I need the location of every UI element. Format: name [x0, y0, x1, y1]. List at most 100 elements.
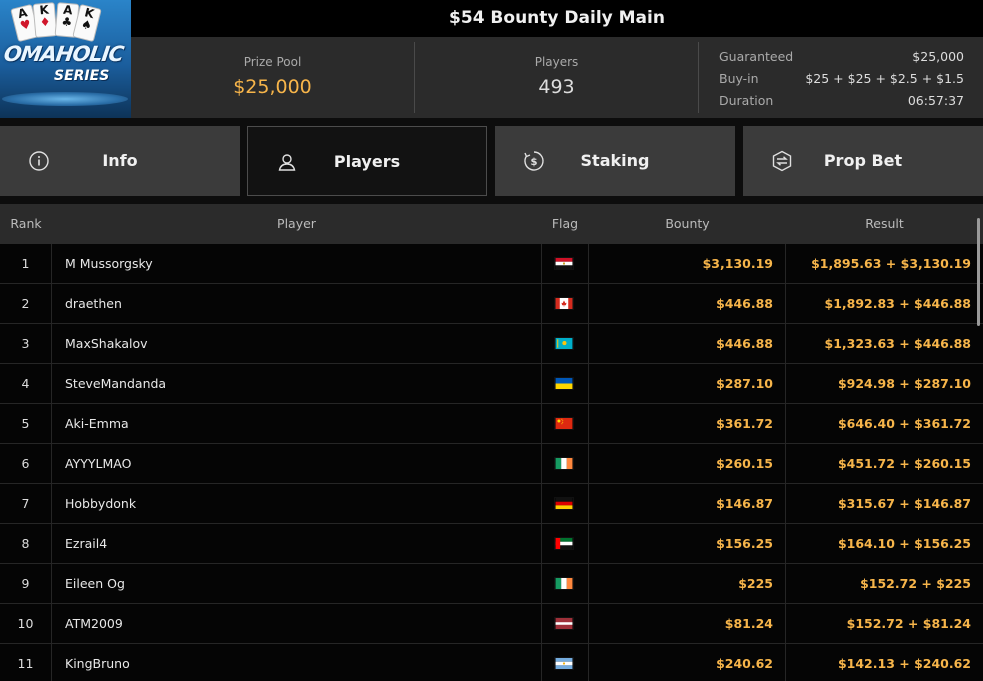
playing-card: K ♦	[32, 2, 58, 38]
bounty-cell: $81.24	[589, 604, 786, 644]
latvia-flag-icon	[554, 617, 574, 630]
duration-label: Duration	[719, 93, 774, 108]
rank-cell: 2	[0, 284, 52, 324]
tournament-stats-panel: Prize Pool $25,000 Players 493 Guarantee…	[131, 37, 983, 118]
buyin-label: Buy-in	[719, 71, 759, 86]
prize-pool-value: $25,000	[233, 76, 312, 98]
china-flag-icon	[554, 417, 574, 430]
tab-bar: Info Players $ Staking Prop Bet	[0, 118, 983, 204]
tab-players[interactable]: Players	[247, 126, 487, 196]
guaranteed-label: Guaranteed	[719, 49, 794, 64]
logo-brand-text: OMAHOLIC	[2, 42, 125, 66]
player-name: ATM2009	[65, 616, 123, 631]
tab-staking[interactable]: $ Staking	[495, 126, 735, 196]
flag-cell	[541, 524, 589, 564]
result-cell: $152.72 + $81.24	[846, 616, 971, 631]
rank-cell: 11	[0, 644, 52, 681]
logo-series-text: SERIES	[54, 68, 110, 84]
duration-row: Duration 06:57:37	[719, 90, 964, 112]
rank-cell: 5	[0, 404, 52, 444]
canada-flag-icon	[554, 297, 574, 310]
bounty-cell: $287.10	[589, 364, 786, 404]
header-rank[interactable]: Rank	[0, 204, 52, 244]
germany-flag-icon	[554, 497, 574, 510]
players-table-body: 1 M Mussorgsky $3,130.19 $1,895.63 + $3,…	[0, 244, 983, 681]
tournament-details: Guaranteed $25,000 Buy-in $25 + $25 + $2…	[719, 46, 964, 112]
table-row[interactable]: 4 SteveMandanda $287.10 $924.98 + $287.1…	[0, 364, 983, 404]
rank-cell: 4	[0, 364, 52, 404]
logo-plate	[2, 92, 128, 106]
table-row[interactable]: 8 Ezrail4 $156.25 $164.10 + $156.25	[0, 524, 983, 564]
result-cell: $924.98 + $287.10	[837, 376, 971, 391]
tab-staking-label: Staking	[580, 151, 650, 170]
player-name: MaxShakalov	[65, 336, 148, 351]
table-row[interactable]: 1 M Mussorgsky $3,130.19 $1,895.63 + $3,…	[0, 244, 983, 284]
player-name: Hobbydonk	[65, 496, 137, 511]
table-row[interactable]: 7 Hobbydonk $146.87 $315.67 + $146.87	[0, 484, 983, 524]
guaranteed-value: $25,000	[912, 49, 964, 64]
bounty-cell: $260.15	[589, 444, 786, 484]
result-cell: $152.72 + $225	[860, 576, 971, 591]
prize-pool-label: Prize Pool	[243, 55, 302, 69]
result-cell: $142.13 + $240.62	[837, 656, 971, 671]
rank-cell: 9	[0, 564, 52, 604]
players-label: Players	[534, 55, 579, 69]
rank-cell: 1	[0, 244, 52, 284]
prize-pool-stat: Prize Pool $25,000	[131, 37, 414, 118]
header-result[interactable]: Result	[786, 204, 983, 244]
bounty-cell: $361.72	[589, 404, 786, 444]
rank-cell: 6	[0, 444, 52, 484]
buyin-value: $25 + $25 + $2.5 + $1.5	[805, 71, 964, 86]
result-cell: $451.72 + $260.15	[837, 456, 971, 471]
table-row[interactable]: 11 KingBruno $240.62 $142.13 + $240.62	[0, 644, 983, 681]
table-row[interactable]: 9 Eileen Og $225 $152.72 + $225	[0, 564, 983, 604]
flag-cell	[541, 244, 589, 284]
player-name: Ezrail4	[65, 536, 108, 551]
tab-prop-bet[interactable]: Prop Bet	[743, 126, 983, 196]
flag-cell	[541, 444, 589, 484]
ukraine-flag-icon	[554, 377, 574, 390]
kazakhstan-flag-icon	[554, 337, 574, 350]
player-name: Aki-Emma	[65, 416, 129, 431]
duration-value: 06:57:37	[907, 93, 964, 108]
tournament-title: $54 Bounty Daily Main	[131, 0, 983, 37]
header-player[interactable]: Player	[52, 204, 541, 244]
header-bounty[interactable]: Bounty	[589, 204, 786, 244]
table-row[interactable]: 5 Aki-Emma $361.72 $646.40 + $361.72	[0, 404, 983, 444]
tab-info-label: Info	[102, 151, 138, 170]
argentina-flag-icon	[554, 657, 574, 670]
table-row[interactable]: 10 ATM2009 $81.24 $152.72 + $81.24	[0, 604, 983, 644]
tab-info[interactable]: Info	[0, 126, 240, 196]
players-stat: Players 493	[415, 37, 698, 118]
tab-prop-bet-label: Prop Bet	[823, 151, 903, 170]
flag-cell	[541, 484, 589, 524]
uae-flag-icon	[554, 537, 574, 550]
bounty-cell: $156.25	[589, 524, 786, 564]
bounty-cell: $240.62	[589, 644, 786, 681]
rank-cell: 7	[0, 484, 52, 524]
result-cell: $1,892.83 + $446.88	[824, 296, 972, 311]
flag-cell	[541, 364, 589, 404]
table-scrollbar[interactable]	[977, 218, 980, 326]
flag-cell	[541, 284, 589, 324]
player-name: AYYYLMAO	[65, 456, 132, 471]
header-flag[interactable]: Flag	[541, 204, 589, 244]
player-name: Eileen Og	[65, 576, 125, 591]
flag-cell	[541, 404, 589, 444]
table-row[interactable]: 6 AYYYLMAO $260.15 $451.72 + $260.15	[0, 444, 983, 484]
players-value: 493	[538, 76, 575, 98]
tab-players-label: Players	[333, 152, 401, 171]
player-name: SteveMandanda	[65, 376, 167, 391]
guaranteed-row: Guaranteed $25,000	[719, 46, 964, 68]
ireland-flag-icon	[554, 457, 574, 470]
flag-cell	[541, 564, 589, 604]
result-cell: $646.40 + $361.72	[837, 416, 971, 431]
omaholic-series-logo: A ♥ K ♦ A ♣ K ♠ OMAHOLIC SERIES	[0, 0, 131, 118]
table-row[interactable]: 2 draethen $446.88 $1,892.83 + $446.88	[0, 284, 983, 324]
flag-cell	[541, 604, 589, 644]
player-name: M Mussorgsky	[65, 256, 153, 271]
bounty-cell: $225	[589, 564, 786, 604]
result-cell: $1,895.63 + $3,130.19	[811, 256, 971, 271]
table-row[interactable]: 3 MaxShakalov $446.88 $1,323.63 + $446.8…	[0, 324, 983, 364]
buyin-row: Buy-in $25 + $25 + $2.5 + $1.5	[719, 68, 964, 90]
